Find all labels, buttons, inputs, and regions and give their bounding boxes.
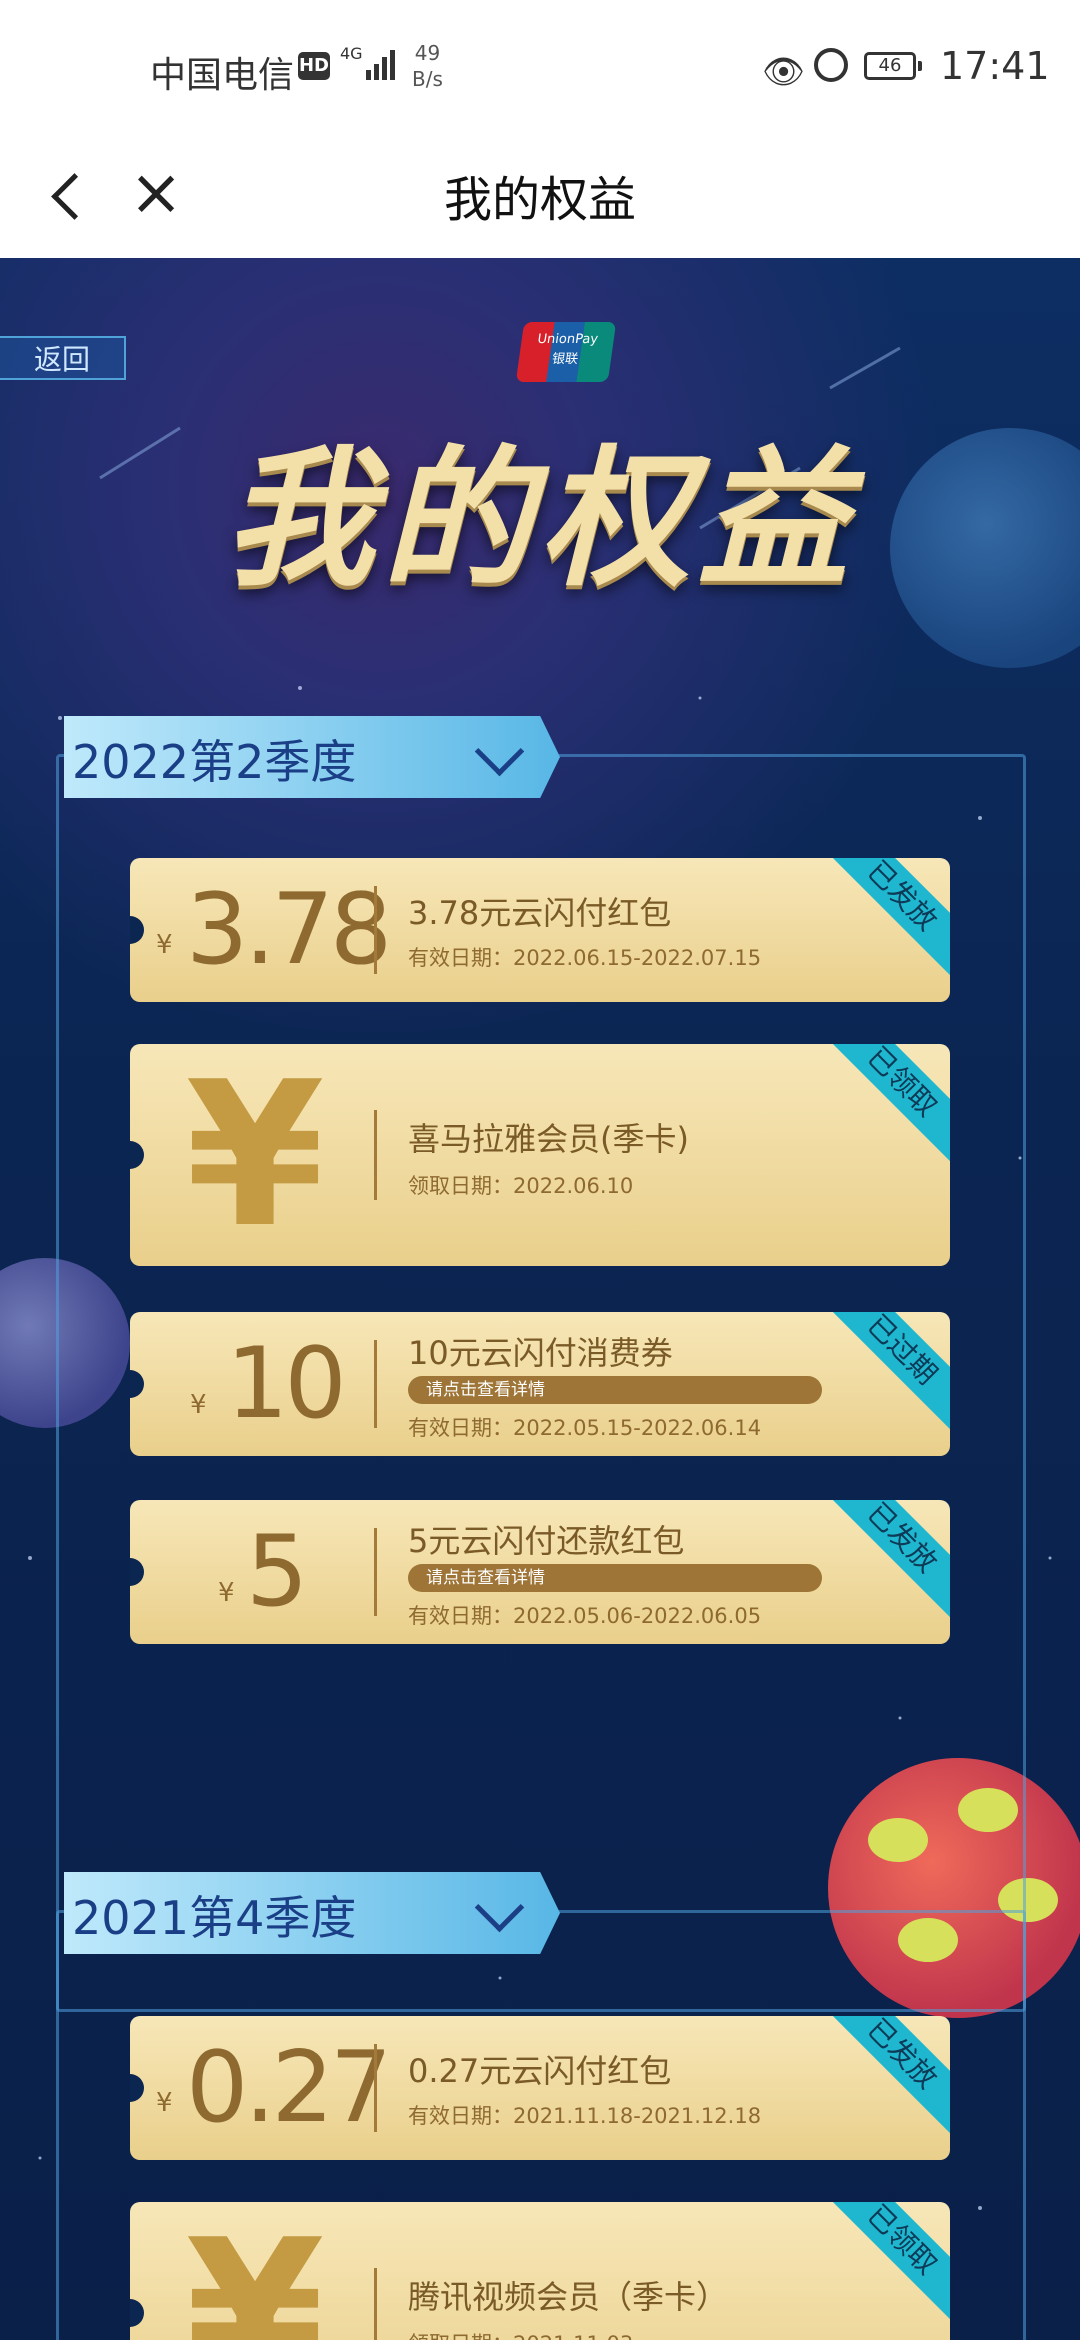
- benefit-card[interactable]: ¥ 喜马拉雅会员(季卡) 领取日期：2022.06.10 已领取: [130, 1044, 950, 1266]
- benefit-title: 喜马拉雅会员(季卡): [408, 1120, 689, 1158]
- alarm-icon: [814, 48, 848, 82]
- card-divider: [374, 886, 377, 974]
- network-type: 4G: [340, 44, 363, 63]
- benefit-card[interactable]: ¥ 腾讯视频会员（季卡） 领取日期：2021.11.03 已领取: [130, 2202, 950, 2340]
- card-divider: [374, 2268, 377, 2340]
- network-speed: 49 B/s: [412, 40, 443, 92]
- benefit-date: 有效日期：2022.05.06-2022.06.05: [408, 1604, 762, 1628]
- card-notch: [130, 1370, 144, 1398]
- card-divider: [374, 2044, 377, 2132]
- currency-symbol: ¥: [218, 1578, 235, 1608]
- benefit-date: 领取日期：2022.06.10: [408, 1174, 634, 1198]
- season-tab-2022q2[interactable]: 2022第2季度: [64, 716, 560, 798]
- currency-symbol: ¥: [156, 930, 173, 960]
- network-speed-unit: B/s: [412, 67, 443, 91]
- status-badge: 已过期: [815, 1312, 950, 1437]
- card-notch: [130, 1141, 144, 1169]
- benefit-title: 0.27元云闪付红包: [408, 2052, 672, 2090]
- season-tab-2021q4[interactable]: 2021第4季度: [64, 1872, 560, 1954]
- season-label: 2022第2季度: [72, 735, 357, 789]
- status-badge: 已发放: [815, 2016, 950, 2141]
- card-divider: [374, 1528, 377, 1616]
- eye-icon: 👁: [762, 52, 806, 92]
- amount-value: 10: [226, 1327, 347, 1441]
- status-badge: 已发放: [815, 858, 950, 983]
- status-badge: 已领取: [815, 1044, 950, 1169]
- benefits-page: 返回 UnionPay 银联 我的权益 2022第2季度 ¥ 3.78 3.78…: [0, 258, 1080, 2340]
- chevron-down-icon: [474, 726, 525, 777]
- page-title: 我的权益: [443, 172, 636, 228]
- nav-bar: × 我的权益: [0, 130, 1080, 258]
- card-notch: [130, 2299, 144, 2327]
- amount-value: 0.27: [186, 2031, 392, 2145]
- chevron-down-icon: [474, 1882, 525, 1933]
- benefit-date: 领取日期：2021.11.03: [408, 2328, 633, 2340]
- battery-level: 46: [878, 55, 902, 76]
- amount-value: 3.78: [186, 873, 392, 987]
- network-speed-value: 49: [414, 41, 441, 65]
- hero-title: 我的权益: [223, 433, 856, 607]
- clock: 17:41: [940, 44, 1050, 88]
- unionpay-logo: UnionPay 银联: [515, 322, 617, 382]
- benefit-title: 腾讯视频会员（季卡）: [408, 2278, 729, 2316]
- detail-link[interactable]: 请点击查看详情: [408, 1564, 822, 1592]
- status-badge: 已领取: [815, 2202, 950, 2327]
- unionpay-logo-cn: 银联: [550, 352, 579, 367]
- currency-symbol: ¥: [156, 2088, 173, 2118]
- yen-icon: ¥: [185, 1044, 325, 1266]
- detail-link[interactable]: 请点击查看详情: [408, 1376, 822, 1404]
- card-divider: [374, 1340, 377, 1428]
- yen-icon: ¥: [185, 2202, 325, 2340]
- benefit-card[interactable]: ¥ 10 10元云闪付消费券 请点击查看详情 有效日期：2022.05.15-2…: [130, 1312, 950, 1456]
- return-button[interactable]: 返回: [0, 336, 126, 380]
- carrier-name: 中国电信: [150, 55, 295, 96]
- amount-value: 5: [246, 1515, 308, 1629]
- benefit-card[interactable]: ¥ 3.78 3.78元云闪付红包 有效日期：2022.06.15-2022.0…: [130, 858, 950, 1002]
- status-bar: 中国电信 HD 4G 49 B/s 👁 46 17:41: [0, 0, 1080, 130]
- benefit-card[interactable]: ¥ 0.27 0.27元云闪付红包 有效日期：2021.11.18-2021.1…: [130, 2016, 950, 2160]
- currency-symbol: ¥: [190, 1390, 207, 1420]
- benefit-date: 有效日期：2022.06.15-2022.07.15: [408, 946, 762, 970]
- card-notch: [130, 916, 144, 944]
- status-badge: 已发放: [815, 1500, 950, 1625]
- signal-icon: [362, 46, 398, 80]
- hd-badge: HD: [298, 52, 330, 80]
- card-divider: [374, 1110, 377, 1200]
- battery-icon: 46: [864, 52, 922, 80]
- benefit-card[interactable]: ¥ 5 5元云闪付还款红包 请点击查看详情 有效日期：2022.05.06-20…: [130, 1500, 950, 1644]
- benefit-title: 5元云闪付还款红包: [408, 1522, 685, 1560]
- benefit-title: 10元云闪付消费券: [408, 1334, 673, 1372]
- card-notch: [130, 1558, 144, 1586]
- unionpay-logo-en: UnionPay: [536, 332, 600, 347]
- card-notch: [130, 2074, 144, 2102]
- benefit-date: 有效日期：2022.05.15-2022.06.14: [408, 1416, 762, 1440]
- benefit-date: 有效日期：2021.11.18-2021.12.18: [408, 2104, 762, 2128]
- benefit-title: 3.78元云闪付红包: [408, 894, 672, 932]
- season-label: 2021第4季度: [72, 1891, 357, 1945]
